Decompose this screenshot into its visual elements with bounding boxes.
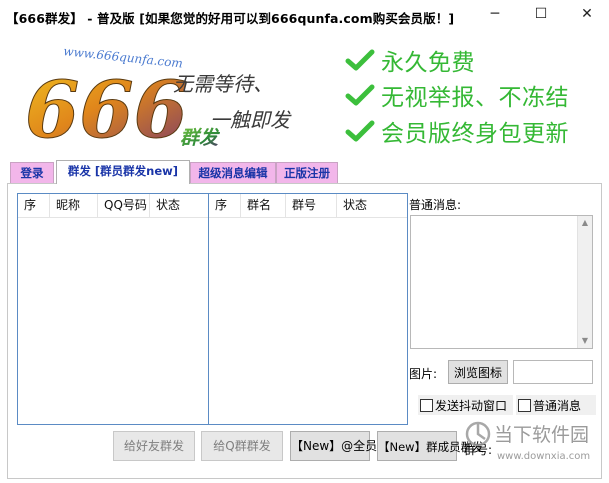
slogan-text: 无视举报、不冻结 bbox=[381, 85, 569, 111]
column-header-index[interactable]: 序 bbox=[209, 194, 241, 218]
group-member-send-button[interactable]: 【New】群成员群发 bbox=[377, 431, 484, 461]
tab-group-send[interactable]: 群发 [群员群发new] bbox=[56, 160, 190, 184]
shake-window-option[interactable]: 发送抖动窗口 bbox=[418, 395, 513, 415]
mention-all-button[interactable]: 【New】@全员 bbox=[290, 431, 377, 461]
logo-number: 666 bbox=[25, 65, 188, 150]
column-header-qq[interactable]: QQ号码 bbox=[98, 194, 150, 218]
send-to-friends-button[interactable]: 给好友群发 bbox=[113, 431, 195, 461]
friend-list-header: 序 昵称 QQ号码 状态 bbox=[18, 194, 208, 218]
column-header-status[interactable]: 状态 bbox=[337, 194, 407, 218]
column-header-group-number[interactable]: 群号 bbox=[286, 194, 337, 218]
logo-666qunfa: www.666qunfa.com 666 无需等待、 一触即发 群发 bbox=[25, 44, 292, 150]
tab-login[interactable]: 登录 bbox=[10, 162, 54, 183]
check-icon bbox=[345, 120, 375, 142]
logo-tagline-2: 一触即发 bbox=[210, 108, 292, 132]
column-header-status[interactable]: 状态 bbox=[150, 194, 208, 218]
normal-message-option[interactable]: 普通消息 bbox=[516, 395, 596, 415]
close-button[interactable]: ✕ bbox=[564, 0, 609, 30]
minimize-button[interactable]: ─ bbox=[472, 0, 518, 30]
slogan-row: 永久免费 bbox=[345, 42, 475, 78]
column-header-nickname[interactable]: 昵称 bbox=[50, 194, 98, 218]
message-textarea[interactable]: ▲ ▼ bbox=[410, 215, 593, 349]
slogan-row: 会员版终身包更新 bbox=[345, 113, 569, 149]
message-label: 普通消息: bbox=[409, 198, 462, 212]
scroll-down-icon[interactable]: ▼ bbox=[581, 337, 589, 345]
send-to-qq-groups-button[interactable]: 给Q群群发 bbox=[201, 431, 283, 461]
picture-path-field[interactable] bbox=[513, 360, 593, 384]
check-icon bbox=[345, 84, 375, 106]
logo-brand: 群发 bbox=[180, 127, 221, 149]
group-number-label: 群号: bbox=[464, 443, 493, 457]
picture-label: 图片: bbox=[409, 367, 438, 381]
window-title: 【666群发】 - 普及版 [如果您觉的好用可以到666qunfa.com购买会… bbox=[6, 11, 455, 26]
tab-advanced-message-edit[interactable]: 超级消息编辑 bbox=[190, 162, 276, 183]
banner: www.666qunfa.com 666 无需等待、 一触即发 群发 永久免费 … bbox=[5, 33, 603, 150]
group-list[interactable]: 序 群名 群号 状态 bbox=[208, 193, 408, 425]
column-header-index[interactable]: 序 bbox=[18, 194, 50, 218]
column-header-group-name[interactable]: 群名 bbox=[241, 194, 286, 218]
message-scrollbar[interactable]: ▲ ▼ bbox=[577, 216, 592, 348]
slogan-text: 永久免费 bbox=[381, 50, 475, 76]
title-bar[interactable]: 【666群发】 - 普及版 [如果您觉的好用可以到666qunfa.com购买会… bbox=[0, 0, 609, 32]
slogan-row: 无视举报、不冻结 bbox=[345, 77, 569, 113]
scroll-up-icon[interactable]: ▲ bbox=[581, 219, 589, 227]
shake-window-checkbox[interactable] bbox=[420, 398, 433, 412]
group-send-panel: 序 昵称 QQ号码 状态 序 群名 群号 状态 普通消息: ▲ ▼ 图片: 浏览… bbox=[7, 183, 602, 479]
normal-message-label: 普通消息 bbox=[533, 398, 582, 413]
shake-window-label: 发送抖动窗口 bbox=[435, 398, 508, 413]
logo-tagline-1: 无需等待、 bbox=[173, 72, 273, 96]
maximize-button[interactable]: ☐ bbox=[518, 0, 564, 30]
friend-list[interactable]: 序 昵称 QQ号码 状态 bbox=[17, 193, 209, 425]
group-list-header: 序 群名 群号 状态 bbox=[209, 194, 407, 218]
slogan-text: 会员版终身包更新 bbox=[381, 121, 569, 147]
normal-message-checkbox[interactable] bbox=[518, 398, 531, 412]
check-icon bbox=[345, 49, 375, 71]
tab-registration[interactable]: 正版注册 bbox=[276, 162, 338, 183]
browse-picture-button[interactable]: 浏览图标 bbox=[448, 360, 508, 384]
